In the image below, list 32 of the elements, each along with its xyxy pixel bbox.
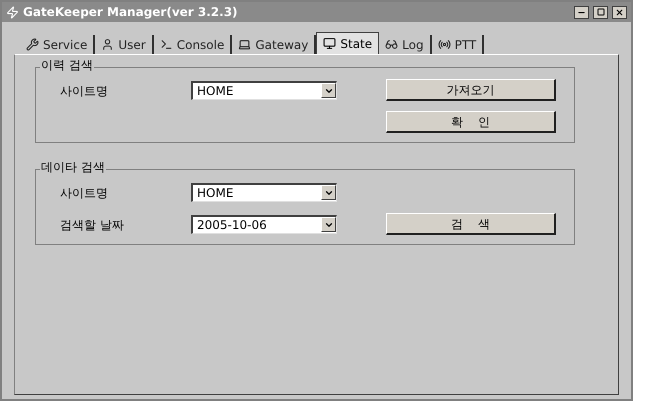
combo-value: HOME	[197, 84, 234, 96]
wrench-icon	[26, 38, 39, 51]
combo-box[interactable]: HOME	[191, 80, 337, 100]
group-title: 이력 검색	[40, 59, 94, 71]
glasses-icon	[385, 38, 398, 51]
push-button[interactable]: 가져오기	[386, 79, 556, 101]
radio-icon	[438, 38, 451, 51]
app-icon	[6, 6, 19, 18]
terminal-icon	[160, 38, 173, 51]
close-button[interactable]	[612, 6, 627, 18]
window-title: GateKeeper Manager(ver 3.2.3)	[23, 4, 239, 21]
push-button[interactable]: 확 인	[386, 111, 556, 133]
combo-box[interactable]: 2005-10-06	[191, 214, 337, 234]
field-label: 사이트명	[60, 186, 108, 200]
tab[interactable]: State	[316, 32, 380, 54]
monitor-icon	[323, 37, 336, 50]
combo-value: 2005-10-06	[197, 218, 268, 230]
maximize-icon	[596, 8, 604, 16]
minimize-button[interactable]	[574, 6, 589, 18]
dropdown-button[interactable]	[321, 185, 336, 200]
combo-box[interactable]: HOME	[191, 182, 337, 202]
push-button[interactable]: 검 색	[386, 213, 556, 235]
close-icon	[615, 8, 624, 16]
field-label: 검색할 날짜	[60, 218, 124, 232]
group-title: 데이타 검색	[40, 161, 106, 173]
field-label: 사이트명	[60, 84, 108, 98]
user-icon	[101, 38, 114, 51]
laptop-icon	[238, 38, 252, 51]
maximize-button[interactable]	[593, 6, 608, 18]
dropdown-button[interactable]	[321, 217, 336, 232]
combo-value: HOME	[197, 186, 234, 198]
dropdown-button[interactable]	[321, 83, 336, 98]
